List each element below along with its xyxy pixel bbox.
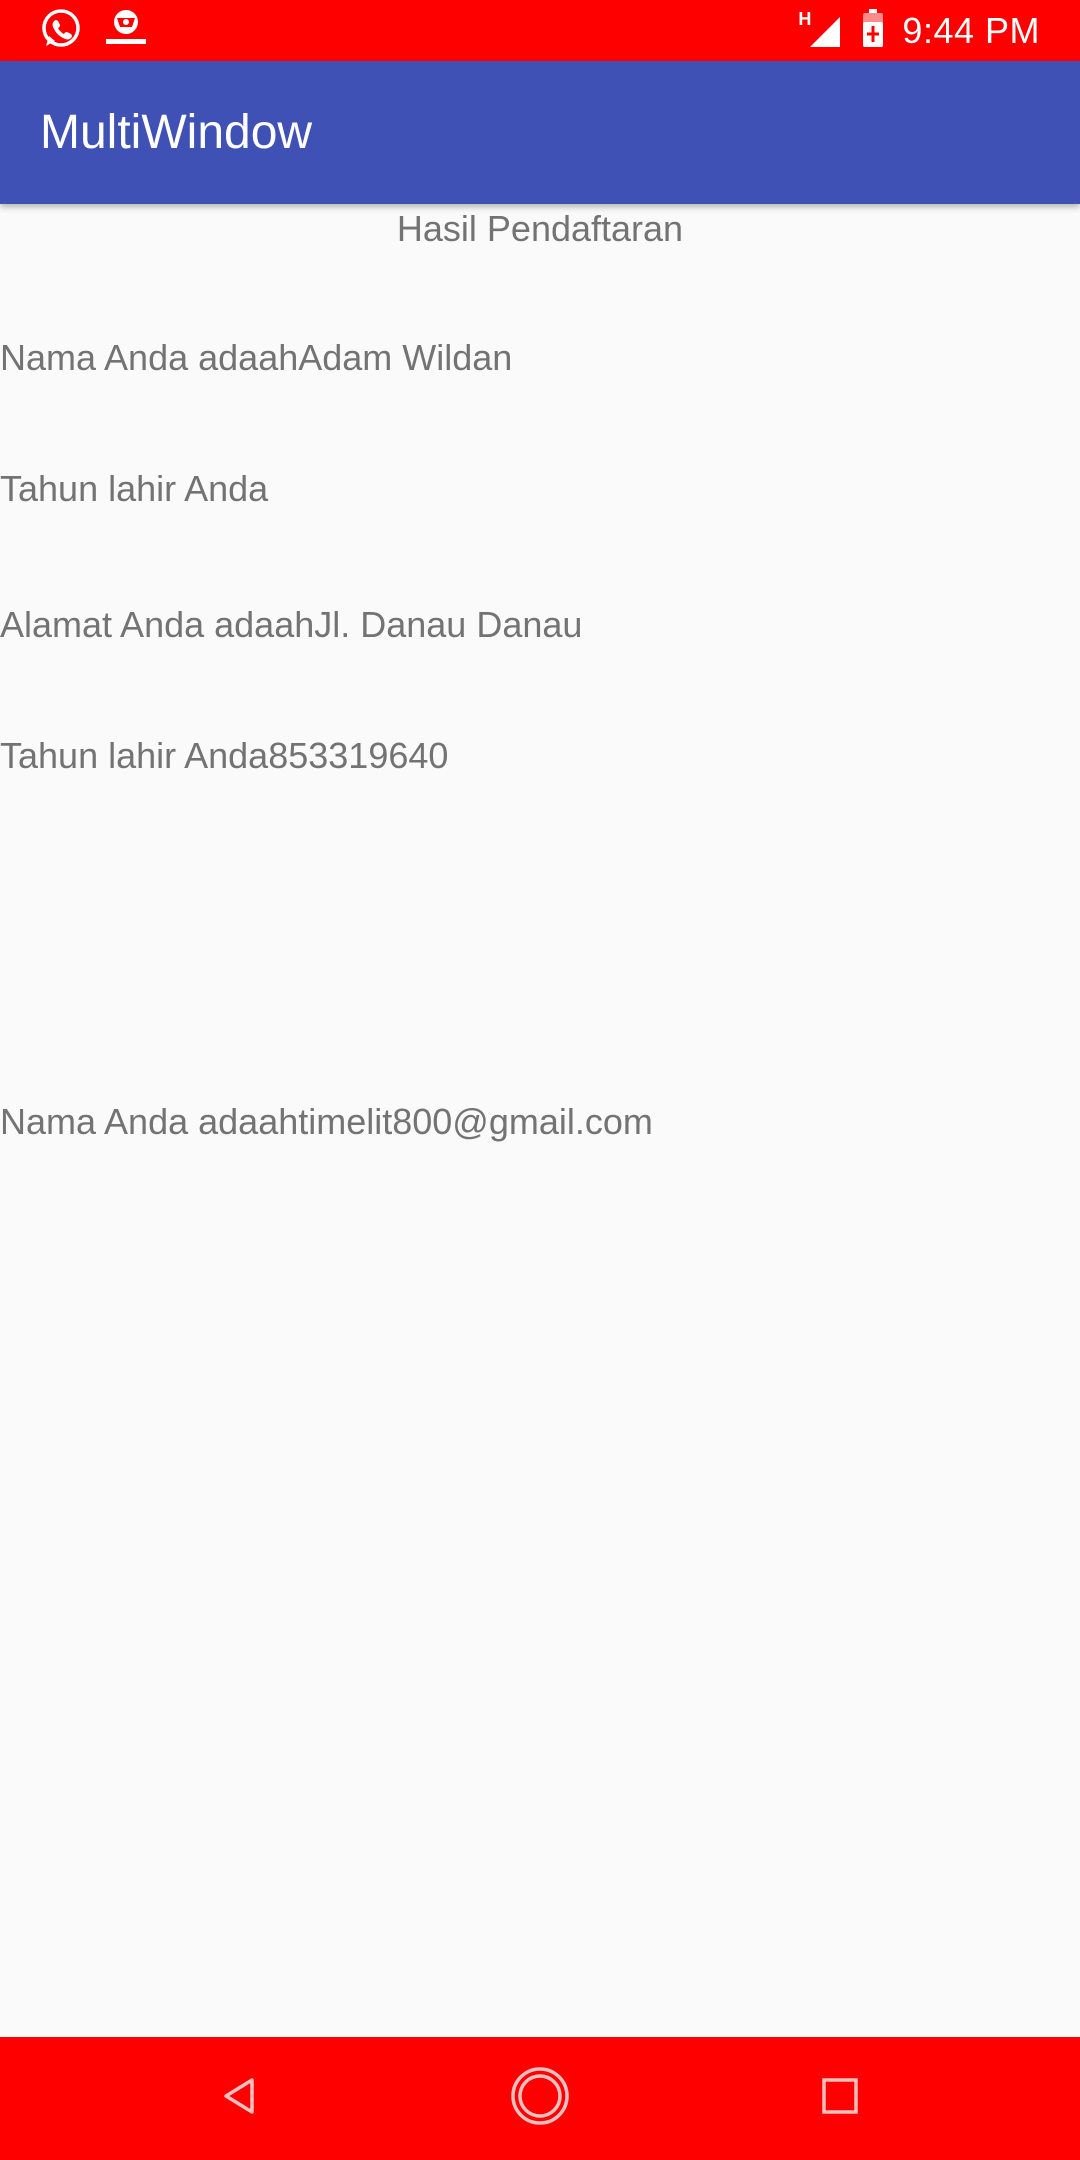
app-bar: MultiWindow [0, 61, 1080, 204]
page-heading: Hasil Pendaftaran [396, 208, 684, 249]
main-content: Hasil Pendaftaran Nama Anda adaahAdam Wi… [0, 204, 1080, 2037]
phone-text: Tahun lahir Anda853319640 [0, 735, 449, 776]
address-text: Alamat Anda adaahJl. Danau Danau [0, 604, 583, 645]
recents-icon [820, 2076, 860, 2121]
navigation-bar [0, 2037, 1080, 2160]
home-button[interactable] [480, 2037, 600, 2160]
status-bar: H 9:44 PM [0, 0, 1080, 61]
back-icon [218, 2074, 262, 2123]
email-text: Nama Anda adaahtimelit800@gmail.com [0, 1101, 653, 1142]
status-time: 9:44 PM [902, 9, 1040, 51]
back-button[interactable] [180, 2037, 300, 2160]
name-text: Nama Anda adaahAdam Wildan [0, 337, 513, 378]
recents-button[interactable] [780, 2037, 900, 2160]
app-title: MultiWindow [40, 106, 313, 159]
notification-icons [40, 8, 150, 54]
battery-charging-icon [862, 8, 884, 53]
whatsapp-icon [40, 8, 82, 55]
system-status-icons: H 9:44 PM [798, 0, 1040, 61]
app-logo-icon [102, 7, 150, 56]
birth-year-text: Tahun lahir Anda [0, 468, 269, 509]
signal-icon: H [798, 9, 844, 51]
home-icon [509, 2065, 571, 2132]
